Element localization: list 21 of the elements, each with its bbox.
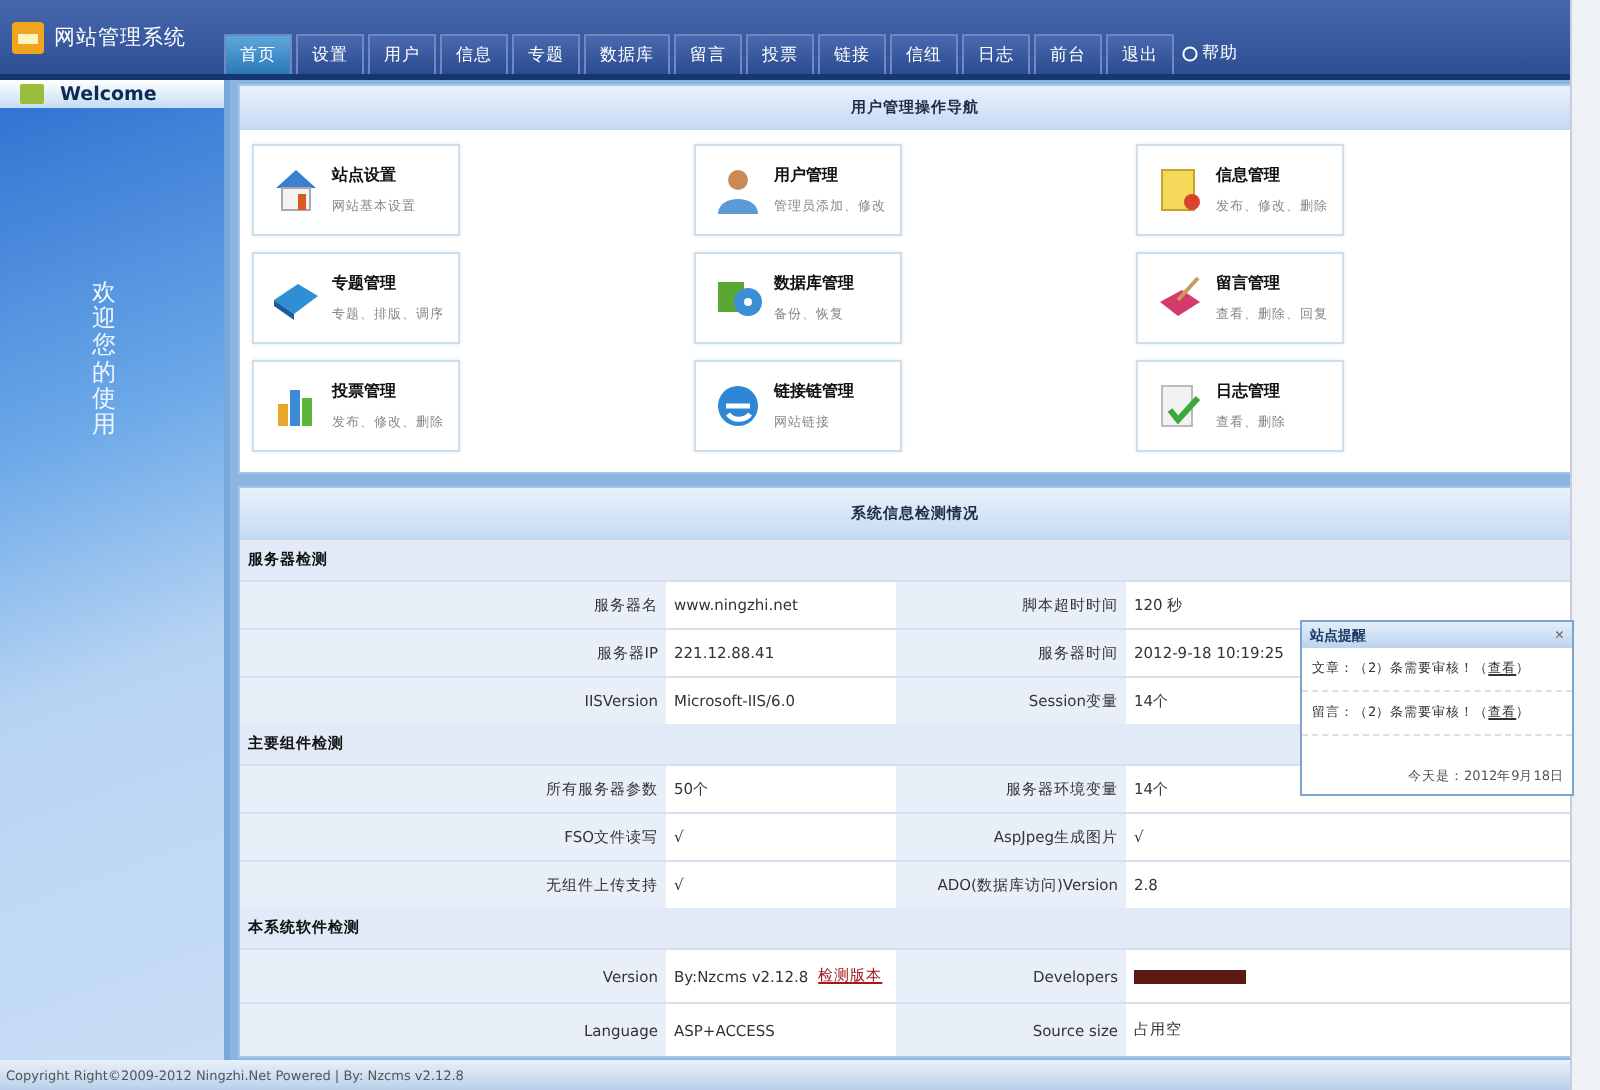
help-link[interactable]: 帮助: [1182, 34, 1238, 74]
logo-icon: [12, 21, 44, 53]
nav-tab[interactable]: 信息: [440, 34, 508, 74]
nav-tab[interactable]: 用户: [368, 34, 436, 74]
help-icon: [1182, 46, 1198, 62]
nav-tab[interactable]: 数据库: [584, 34, 670, 74]
nav-tab[interactable]: 投票: [746, 34, 814, 74]
nav-tab[interactable]: 日志: [962, 34, 1030, 74]
nav-tab[interactable]: 链接: [818, 34, 886, 74]
nav-tab[interactable]: 退出: [1106, 34, 1174, 74]
user-icon: [712, 164, 764, 216]
sidebar-title: Welcome: [60, 83, 157, 105]
developer-badge: [1134, 969, 1246, 983]
nav-tab[interactable]: 设置: [296, 34, 364, 74]
nav-tab[interactable]: 专题: [512, 34, 580, 74]
close-button[interactable]: ×: [1554, 627, 1564, 643]
nav-tab[interactable]: 前台: [1034, 34, 1102, 74]
nav-tab[interactable]: 信纽: [890, 34, 958, 74]
welcome-text: 欢迎您的使用: [92, 280, 116, 439]
site-title: 网站管理系统: [54, 23, 186, 51]
nav-tab[interactable]: 留言: [674, 34, 742, 74]
